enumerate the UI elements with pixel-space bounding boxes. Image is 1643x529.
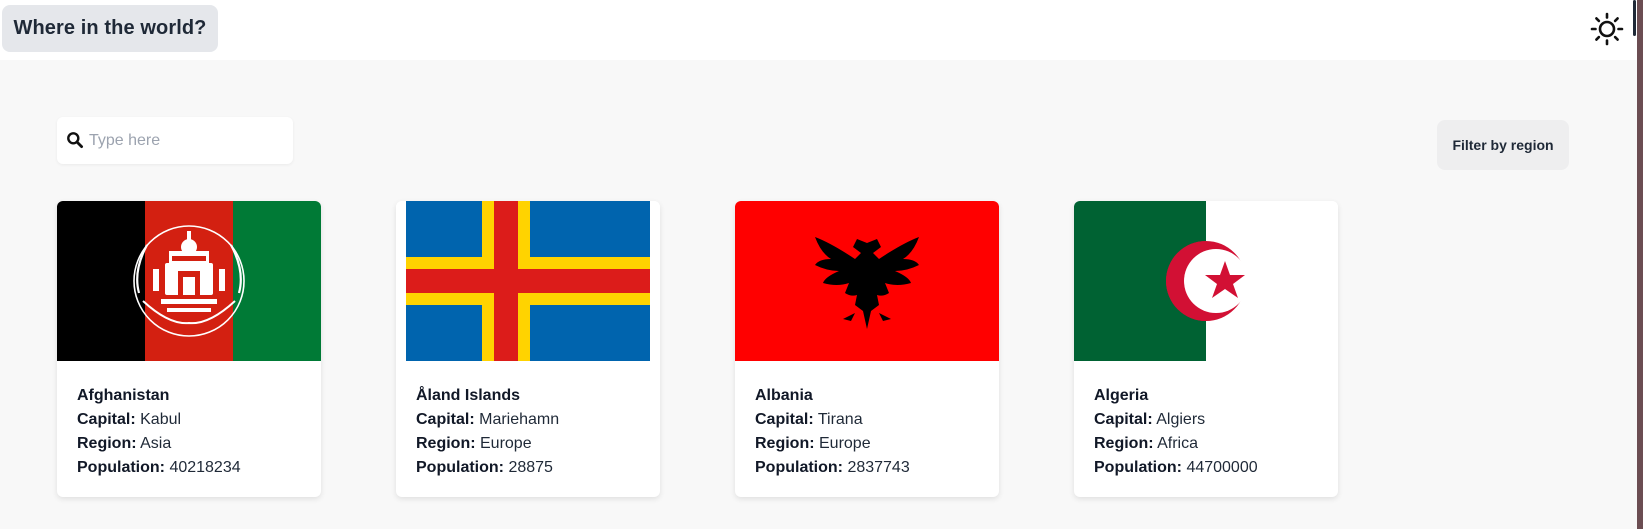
region-row: Region: Europe [416,432,646,456]
country-name: Afghanistan [77,387,170,404]
capital-row: Capital: Algiers [1094,408,1324,432]
population-label: Population: [1094,459,1182,476]
card-info: Albania Capital: Tirana Region: Europe P… [755,384,985,480]
population-row: Population: 2837743 [755,456,985,480]
region-row: Region: Asia [77,432,307,456]
app-title-button[interactable]: Where in the world? [2,5,218,52]
aland-islands-flag [396,201,660,361]
country-name: Albania [755,387,813,404]
region-label: Region: [416,435,476,452]
region-label: Region: [1094,435,1154,452]
capital-value: Algiers [1156,411,1206,428]
country-name: Algeria [1094,387,1149,404]
population-label: Population: [755,459,843,476]
page: Where in the world? Type here Filter by … [0,0,1643,529]
capital-value: Tirana [817,411,863,428]
app-header: Where in the world? [0,0,1643,60]
capital-label: Capital: [416,411,475,428]
sun-icon [1590,12,1624,46]
search-box [57,117,293,164]
population-row: Population: 28875 [416,456,646,480]
card-info: Åland Islands Capital: Mariehamn Region:… [416,384,646,480]
region-value: Europe [480,435,532,452]
population-value: 44700000 [1186,459,1258,476]
capital-row: Capital: Tirana [755,408,985,432]
filter-by-region-button[interactable]: Filter by region [1437,120,1569,170]
population-value: 40218234 [169,459,241,476]
region-value: Europe [819,435,871,452]
region-label: Region: [755,435,815,452]
window-edge [1637,0,1643,529]
region-value: Africa [1157,435,1199,452]
algeria-flag [1074,201,1338,361]
scrollbar-thumb[interactable] [1633,0,1636,36]
country-name: Åland Islands [416,387,521,404]
country-card-albania[interactable]: Albania Capital: Tirana Region: Europe P… [735,201,999,497]
population-label: Population: [77,459,165,476]
population-value: 2837743 [847,459,910,476]
search-input[interactable] [89,117,285,164]
region-row: Region: Europe [755,432,985,456]
theme-toggle-button[interactable] [1588,10,1626,48]
search-icon [67,132,84,149]
capital-label: Capital: [77,411,136,428]
region-row: Region: Africa [1094,432,1324,456]
capital-label: Capital: [1094,411,1153,428]
population-row: Population: 44700000 [1094,456,1324,480]
card-info: Afghanistan Capital: Kabul Region: Asia … [77,384,307,480]
card-info: Algeria Capital: Algiers Region: Africa … [1094,384,1324,480]
population-row: Population: 40218234 [77,456,307,480]
country-card-afghanistan[interactable]: Afghanistan Capital: Kabul Region: Asia … [57,201,321,497]
country-card-algeria[interactable]: Algeria Capital: Algiers Region: Africa … [1074,201,1338,497]
population-value: 28875 [508,459,553,476]
capital-label: Capital: [755,411,814,428]
albania-flag [735,201,999,361]
region-label: Region: [77,435,137,452]
capital-row: Capital: Mariehamn [416,408,646,432]
region-value: Asia [140,435,172,452]
population-label: Population: [416,459,504,476]
capital-row: Capital: Kabul [77,408,307,432]
capital-value: Kabul [140,411,182,428]
capital-value: Mariehamn [479,411,560,428]
country-card-aland-islands[interactable]: Åland Islands Capital: Mariehamn Region:… [396,201,660,497]
afghanistan-flag [57,201,321,361]
